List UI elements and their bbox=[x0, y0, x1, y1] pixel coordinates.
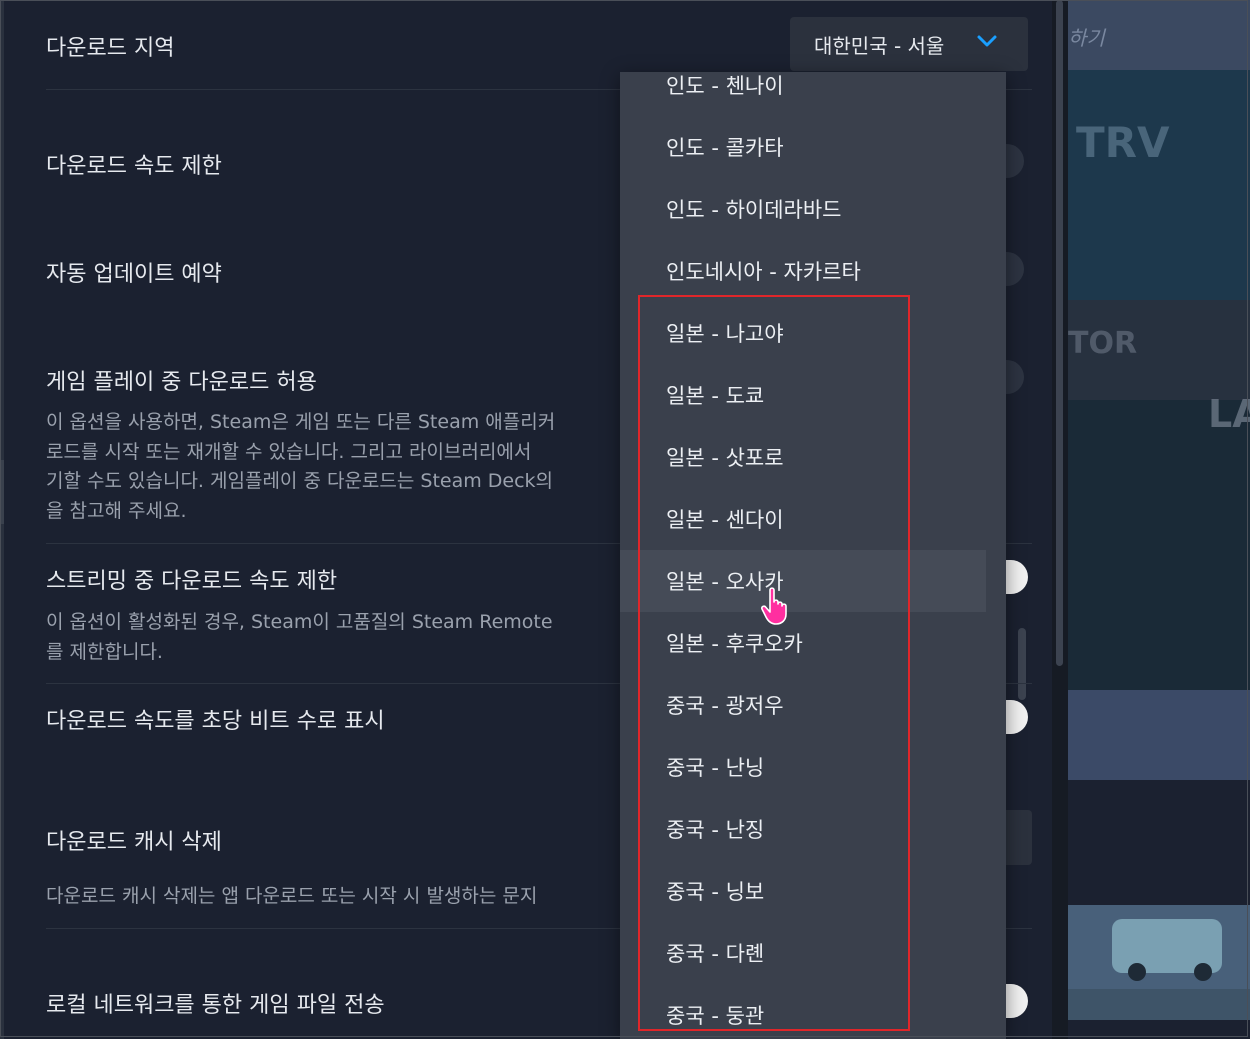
dropdown-option-label: 인도네시아 - 자카르타 bbox=[666, 260, 861, 284]
background-tile-text: TOR bbox=[1068, 326, 1138, 361]
auto-update-label: 자동 업데이트 예약 bbox=[46, 262, 222, 287]
dropdown-option-label: 중국 - 광저우 bbox=[666, 694, 784, 718]
description-line: 이 옵션을 사용하면, Steam은 게임 또는 다른 Steam 애플리커 bbox=[46, 411, 556, 433]
lan-transfer-label: 로컬 네트워크를 통한 게임 파일 전송 bbox=[46, 993, 385, 1018]
background-tile bbox=[1068, 70, 1250, 300]
background-band bbox=[1068, 690, 1250, 780]
background-search-bar: 하기 bbox=[1068, 0, 1250, 70]
download-region-selected-value: 대한민국 - 서울 bbox=[814, 34, 945, 58]
background-gap bbox=[1068, 780, 1250, 905]
dropdown-option-label: 중국 - 둥관 bbox=[666, 1004, 765, 1028]
scrollbar-thumb[interactable] bbox=[1056, 0, 1063, 666]
dropdown-option-label: 일본 - 도쿄 bbox=[666, 384, 765, 408]
dropdown-option-label: 일본 - 센다이 bbox=[666, 508, 784, 532]
hand-pointer-icon bbox=[761, 587, 787, 625]
thumbnail-wheel bbox=[1128, 963, 1146, 981]
chevron-down-icon bbox=[977, 35, 997, 47]
store-background-panel: 하기 TRV TOR LA bbox=[1068, 0, 1250, 1039]
dropdown-option[interactable]: 일본 - 나고야 bbox=[620, 302, 986, 364]
inner-scroll-thumb[interactable] bbox=[1018, 628, 1026, 700]
description-line: 을 참고해 주세요. bbox=[46, 499, 187, 522]
background-game-thumbnail bbox=[1068, 905, 1250, 1020]
background-tile bbox=[1068, 400, 1250, 690]
description-line: 기할 수도 있습니다. 게임플레이 중 다운로드는 Steam Deck의 bbox=[46, 470, 554, 492]
description-line: 를 제한합니다. bbox=[46, 640, 163, 663]
settings-scrollbar[interactable] bbox=[1052, 0, 1068, 1039]
dropdown-option-label: 일본 - 나고야 bbox=[666, 322, 784, 346]
dropdown-option-label: 중국 - 난징 bbox=[666, 818, 765, 842]
thumbnail-wheel bbox=[1194, 963, 1212, 981]
dropdown-option[interactable]: 일본 - 도쿄 bbox=[620, 364, 986, 426]
dropdown-option-label: 인도 - 첸나이 bbox=[666, 74, 784, 98]
background-tile-text: TRV bbox=[1076, 118, 1170, 167]
dropdown-option[interactable]: 일본 - 센다이 bbox=[620, 488, 986, 550]
dropdown-option-label: 일본 - 후쿠오카 bbox=[666, 632, 803, 656]
dropdown-option[interactable]: 일본 - 삿포로 bbox=[620, 426, 986, 488]
dropdown-option[interactable]: 중국 - 다롄 bbox=[620, 922, 986, 984]
dropdown-option-hovered[interactable]: 일본 - 오사카 bbox=[620, 550, 986, 612]
dropdown-option[interactable]: 인도 - 첸나이 bbox=[620, 72, 986, 116]
clear-cache-label: 다운로드 캐시 삭제 bbox=[46, 830, 222, 855]
background-search-text: 하기 bbox=[1068, 26, 1105, 50]
speed-limit-label: 다운로드 속도 제한 bbox=[46, 154, 222, 179]
dropdown-option[interactable]: 중국 - 닝보 bbox=[620, 860, 986, 922]
dropdown-option[interactable]: 중국 - 난징 bbox=[620, 798, 986, 860]
download-region-label: 다운로드 지역 bbox=[46, 36, 175, 61]
download-region-select[interactable]: 대한민국 - 서울 bbox=[790, 17, 1028, 71]
background-footer bbox=[1068, 1020, 1250, 1039]
dropdown-option-label: 중국 - 닝보 bbox=[666, 880, 765, 904]
dropdown-option-label: 인도 - 콜카타 bbox=[666, 136, 784, 160]
bits-display-label: 다운로드 속도를 초당 비트 수로 표시 bbox=[46, 709, 385, 734]
thumbnail-ground bbox=[1068, 989, 1250, 1020]
description-line: 이 옵션이 활성화된 경우, Steam이 고품질의 Steam Remote bbox=[46, 611, 553, 633]
dropdown-option[interactable]: 인도네시아 - 자카르타 bbox=[620, 240, 986, 302]
background-tile-text: LA bbox=[1208, 392, 1250, 436]
dropdown-option[interactable]: 인도 - 하이데라바드 bbox=[620, 178, 986, 240]
dropdown-option-label: 일본 - 삿포로 bbox=[666, 446, 784, 470]
dropdown-option[interactable]: 중국 - 난닝 bbox=[620, 736, 986, 798]
streaming-limit-description: 이 옵션이 활성화된 경우, Steam이 고품질의 Steam Remote … bbox=[46, 608, 636, 667]
dropdown-option[interactable]: 인도 - 콜카타 bbox=[620, 116, 986, 178]
description-line: 로드를 시작 또는 재개할 수 있습니다. 그리고 라이브러리에서 bbox=[46, 440, 532, 463]
dropdown-option[interactable]: 중국 - 광저우 bbox=[620, 674, 986, 736]
clear-cache-description: 다운로드 캐시 삭제는 앱 다운로드 또는 시작 시 발생하는 문지 bbox=[46, 885, 538, 907]
gameplay-download-label: 게임 플레이 중 다운로드 허용 bbox=[46, 370, 317, 395]
clear-cache-button[interactable] bbox=[1004, 810, 1032, 865]
dropdown-option[interactable]: 일본 - 후쿠오카 bbox=[620, 612, 986, 674]
dropdown-option[interactable]: 중국 - 둥관 bbox=[620, 984, 986, 1039]
dropdown-option-label: 인도 - 하이데라바드 bbox=[666, 198, 842, 222]
streaming-limit-label: 스트리밍 중 다운로드 속도 제한 bbox=[46, 569, 338, 594]
gameplay-download-description: 이 옵션을 사용하면, Steam은 게임 또는 다른 Steam 애플리커 로… bbox=[46, 408, 636, 526]
dropdown-option-label: 중국 - 난닝 bbox=[666, 756, 765, 780]
dropdown-option-label: 중국 - 다롄 bbox=[666, 942, 765, 966]
region-dropdown-list[interactable]: 인도 - 첸나이 인도 - 콜카타 인도 - 하이데라바드 인도네시아 - 자카… bbox=[620, 72, 1006, 1039]
